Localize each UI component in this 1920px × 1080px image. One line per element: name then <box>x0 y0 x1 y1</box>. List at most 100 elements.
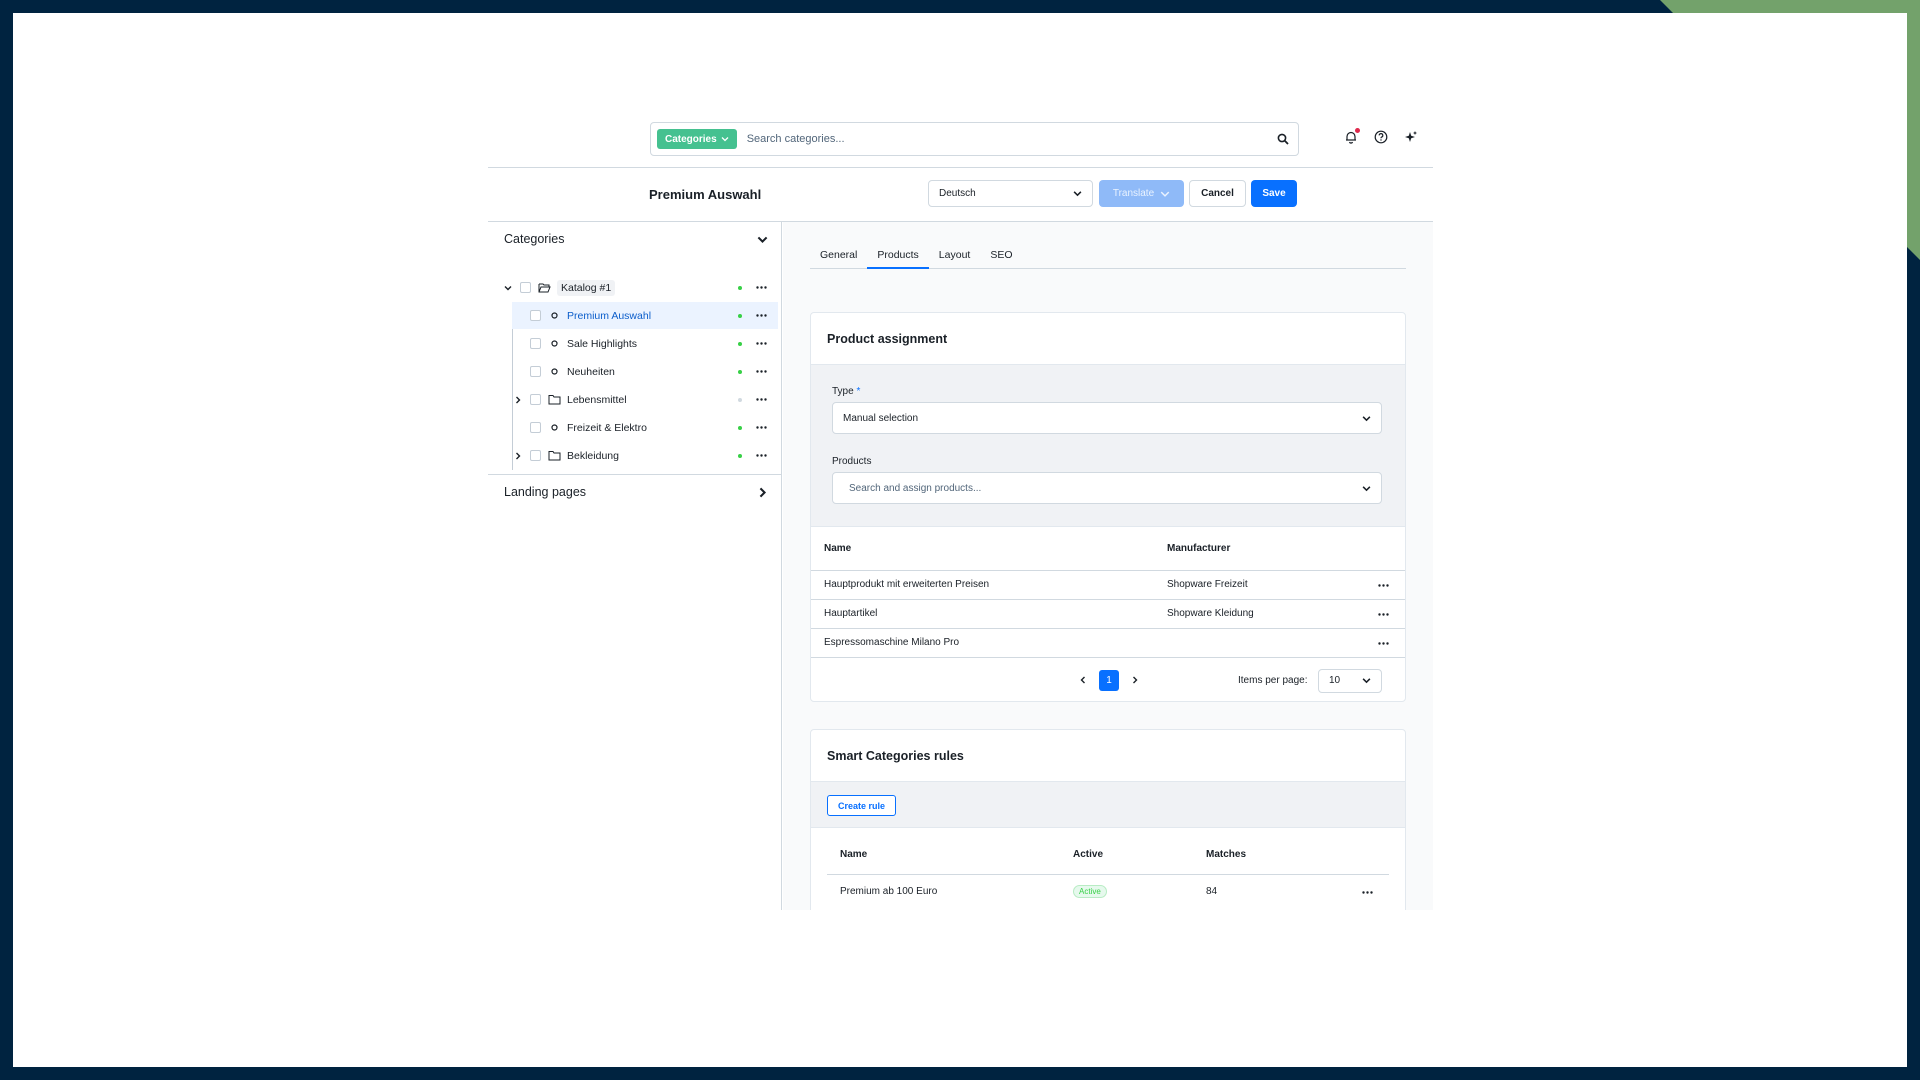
admin-app: Categories Premium Auswahl Deutsch Trans… <box>488 108 1433 910</box>
collapse-toggle[interactable] <box>502 284 514 292</box>
chevron-right-icon <box>759 487 767 497</box>
more-icon <box>1378 584 1389 587</box>
global-search: Categories <box>650 122 1299 156</box>
search-type-label: Categories <box>665 133 717 145</box>
tree-checkbox[interactable] <box>530 310 541 321</box>
notifications-button[interactable] <box>1343 128 1360 145</box>
tab-seo[interactable]: SEO <box>980 249 1022 269</box>
tree-checkbox[interactable] <box>520 282 531 293</box>
tree-checkbox[interactable] <box>530 422 541 433</box>
rule-name: Premium ab 100 Euro <box>840 885 938 897</box>
tree-checkbox[interactable] <box>530 394 541 405</box>
chevron-down-icon <box>1160 191 1170 197</box>
product-name: Espressomaschine Milano Pro <box>811 628 1154 658</box>
table-row[interactable]: Espressomaschine Milano Pro <box>811 628 1405 658</box>
product-assignment-title: Product assignment <box>811 313 1405 365</box>
categories-section-header[interactable]: Categories <box>504 232 768 246</box>
next-page-button[interactable] <box>1125 670 1145 691</box>
more-icon[interactable] <box>754 426 768 429</box>
help-icon <box>1374 130 1388 144</box>
folder-icon <box>547 450 561 461</box>
language-select[interactable]: Deutsch <box>928 180 1093 207</box>
categories-section-title: Categories <box>504 232 565 246</box>
category-tree-panel: Categories Katalog #1 Premium Auswahl Sa… <box>488 222 782 910</box>
column-header-matches: Matches <box>1193 836 1349 875</box>
language-value: Deutsch <box>939 188 976 199</box>
landing-pages-title: Landing pages <box>504 485 587 499</box>
table-row[interactable]: Hauptprodukt mit erweiterten Preisen Sho… <box>811 570 1405 600</box>
status-badge: Active <box>1073 884 1107 898</box>
tab-general[interactable]: General <box>810 249 867 269</box>
tree-item-label: Premium Auswahl <box>567 309 652 322</box>
help-button[interactable] <box>1373 129 1389 145</box>
row-more-button[interactable] <box>1349 874 1389 908</box>
more-icon <box>1378 642 1389 645</box>
more-icon[interactable] <box>754 398 768 401</box>
search-button[interactable] <box>1268 124 1298 154</box>
table-row[interactable]: Premium ab 100 Euro Active 84 <box>827 874 1389 908</box>
type-select[interactable]: Manual selection <box>832 402 1382 434</box>
more-icon[interactable] <box>754 370 768 373</box>
category-dot-icon <box>547 340 561 347</box>
tree-item-lebensmittel[interactable]: Lebensmittel <box>512 386 778 413</box>
save-button[interactable]: Save <box>1251 180 1297 207</box>
chevron-right-icon <box>516 452 521 459</box>
tree-item-sale-highlights[interactable]: Sale Highlights <box>512 330 778 357</box>
tree-item-label: Bekleidung <box>567 449 619 462</box>
more-icon[interactable] <box>754 342 768 345</box>
tree-item-bekleidung[interactable]: Bekleidung <box>512 442 778 469</box>
tree-item-label: Katalog #1 <box>557 279 616 296</box>
rule-matches: 84 <box>1206 885 1218 897</box>
assigned-products-table: Name Manufacturer Hauptprodukt mit erwei… <box>811 527 1405 658</box>
products-placeholder: Search and assign products... <box>849 482 982 494</box>
expand-toggle[interactable] <box>512 452 524 460</box>
category-detail-panel: General Products Layout SEO Product assi… <box>783 222 1433 910</box>
tree-item-neuheiten[interactable]: Neuheiten <box>512 358 778 385</box>
assignment-form: Type * Manual selection Products Search … <box>811 365 1405 527</box>
landing-pages-section-header[interactable]: Landing pages <box>504 485 768 499</box>
products-search-select[interactable]: Search and assign products... <box>832 472 1382 504</box>
tab-products[interactable]: Products <box>867 249 929 269</box>
search-type-dropdown[interactable]: Categories <box>657 129 737 149</box>
products-label: Products <box>832 456 872 467</box>
smart-categories-title: Smart Categories rules <box>811 730 1405 782</box>
items-per-page-select[interactable]: 10 <box>1318 668 1382 693</box>
table-row[interactable]: Hauptartikel Shopware Kleidung <box>811 599 1405 629</box>
tree-item-katalog[interactable]: Katalog #1 <box>502 274 778 301</box>
more-icon[interactable] <box>754 286 768 289</box>
row-more-button[interactable] <box>1365 599 1405 629</box>
category-dot-icon <box>547 424 561 431</box>
tree-item-freizeit-elektro[interactable]: Freizeit & Elektro <box>512 414 778 441</box>
category-dot-icon <box>547 312 561 319</box>
more-icon[interactable] <box>754 454 768 457</box>
more-icon <box>1362 891 1373 894</box>
product-assignment-card: Product assignment Type * Manual selecti… <box>810 312 1406 702</box>
more-icon[interactable] <box>754 314 768 317</box>
status-dot <box>738 397 742 402</box>
product-manufacturer <box>1154 628 1365 658</box>
tree-checkbox[interactable] <box>530 338 541 349</box>
tree-item-premium-auswahl[interactable]: Premium Auswahl <box>512 302 778 329</box>
tab-bar: General Products Layout SEO <box>810 249 1406 269</box>
search-input[interactable] <box>736 133 1268 145</box>
chevron-down-icon <box>1362 415 1371 421</box>
type-value: Manual selection <box>843 412 919 424</box>
column-header-name: Name <box>827 836 1060 875</box>
expand-toggle[interactable] <box>512 396 524 404</box>
tree-divider <box>488 474 782 475</box>
tab-layout[interactable]: Layout <box>929 249 981 269</box>
tree-item-label: Neuheiten <box>567 365 615 378</box>
cancel-button[interactable]: Cancel <box>1189 180 1246 207</box>
ai-assistant-button[interactable] <box>1403 129 1419 145</box>
row-more-button[interactable] <box>1365 570 1405 600</box>
translate-button[interactable]: Translate <box>1099 180 1184 207</box>
tree-checkbox[interactable] <box>530 366 541 377</box>
row-more-button[interactable] <box>1365 628 1405 658</box>
tree-checkbox[interactable] <box>530 450 541 461</box>
prev-page-button[interactable] <box>1073 670 1093 691</box>
create-rule-button[interactable]: Create rule <box>827 795 897 816</box>
sparkle-icon <box>1405 131 1417 142</box>
chevron-down-icon <box>721 137 729 142</box>
page-button[interactable]: 1 <box>1099 669 1119 691</box>
items-per-page-label: Items per page: <box>1238 674 1308 686</box>
